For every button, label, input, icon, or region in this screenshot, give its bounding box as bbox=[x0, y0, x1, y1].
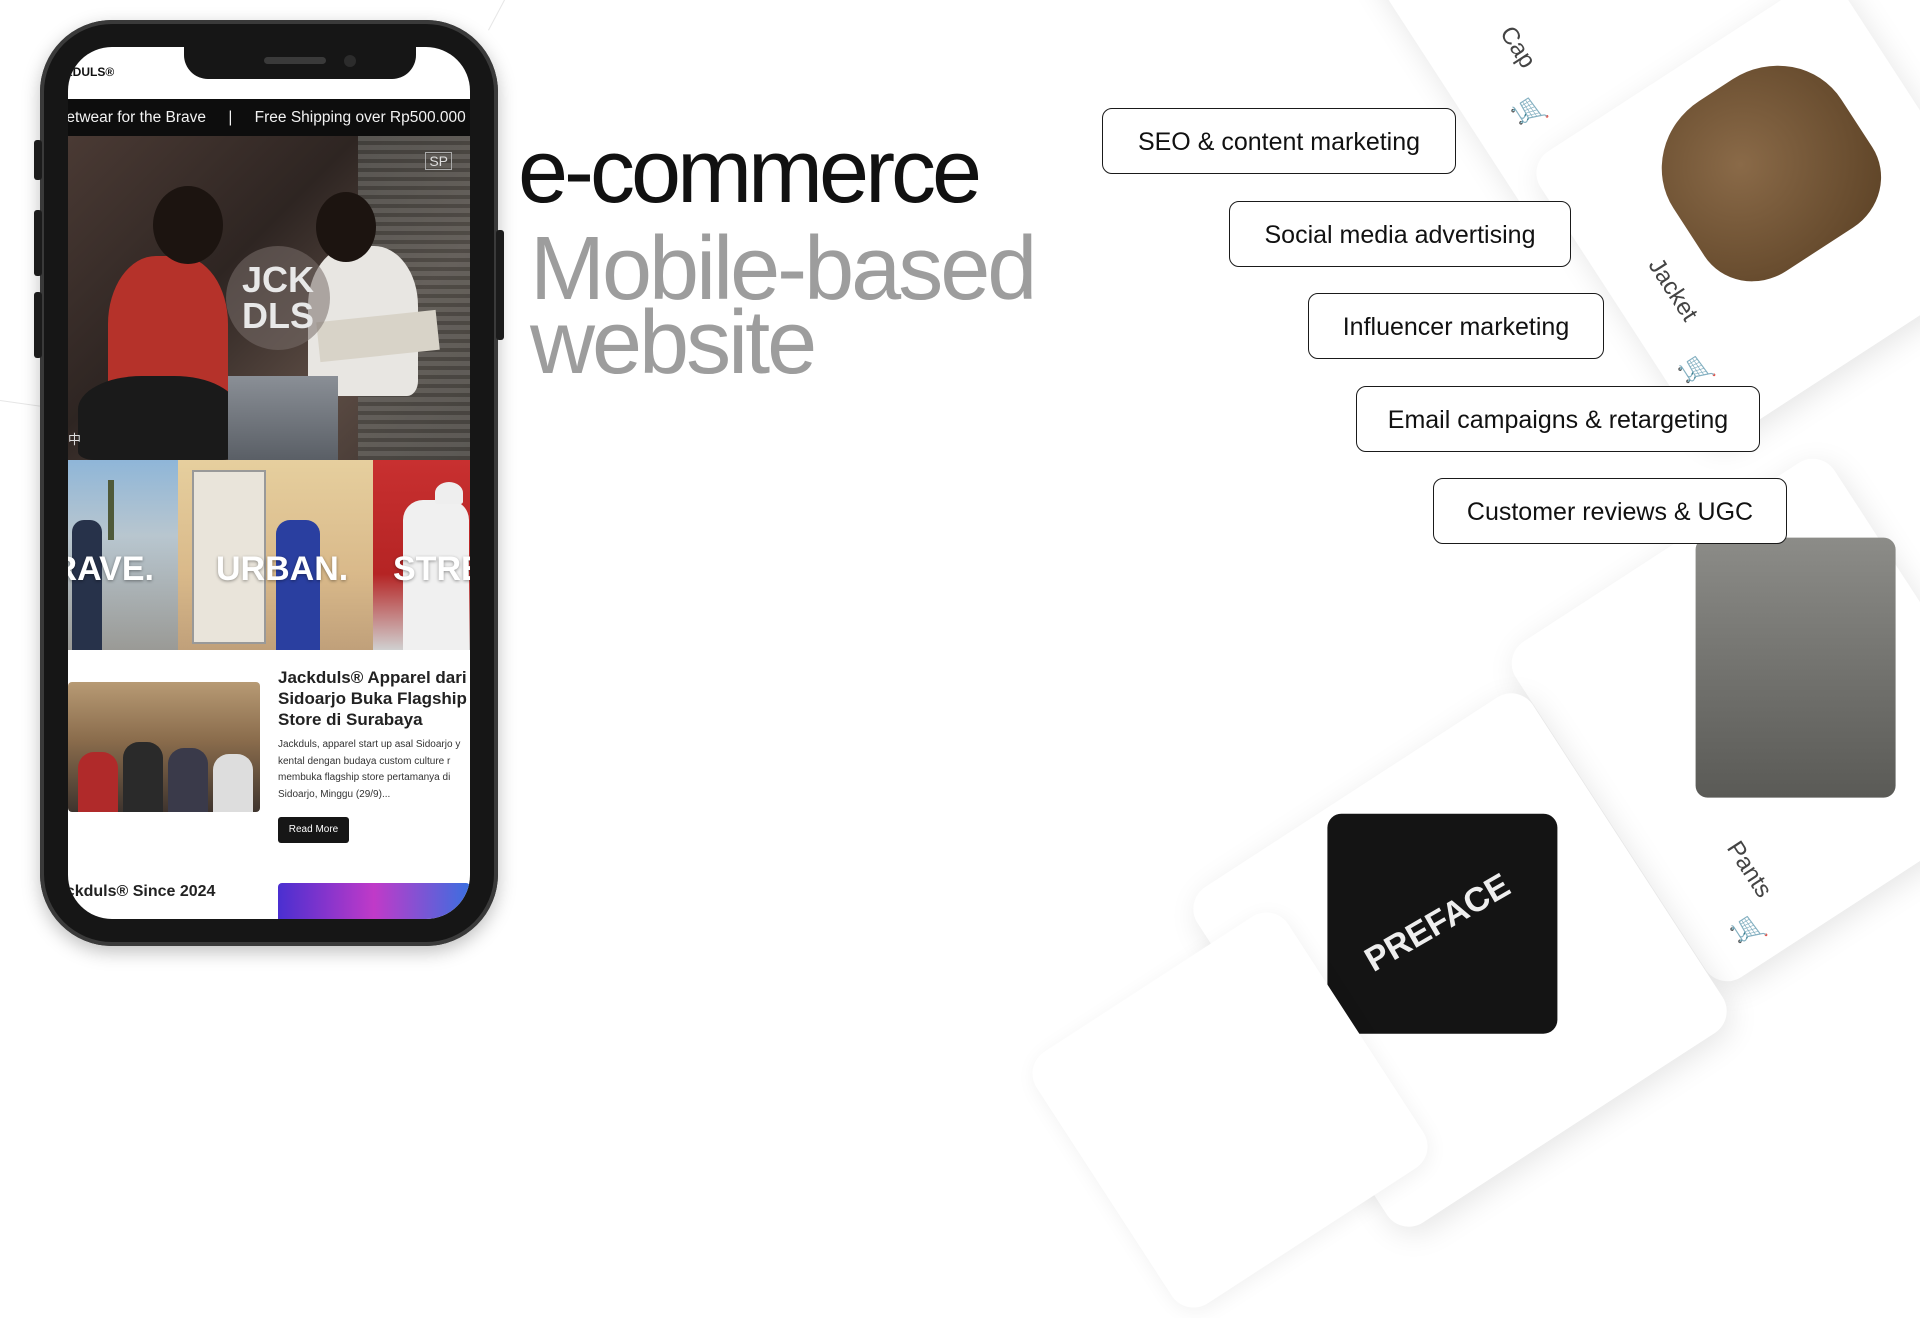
cap-icon bbox=[435, 482, 463, 504]
phone-mockup: JACKDULS® Streetwear for the Brave | Fre… bbox=[34, 20, 504, 946]
store-tag: SP bbox=[425, 152, 452, 170]
service-email[interactable]: Email campaigns & retargeting bbox=[1356, 386, 1760, 452]
tile-word: URBAN. bbox=[216, 550, 349, 588]
article-excerpt: Jackduls, apparel start up asal Sidoarjo… bbox=[278, 737, 470, 803]
phone-volume-down bbox=[34, 292, 42, 358]
article-title-line: Jackduls® Apparel dari bbox=[278, 668, 467, 687]
hero-banner[interactable]: JCK DLS SP 中 bbox=[68, 136, 470, 460]
article-thumbnail[interactable] bbox=[68, 682, 260, 812]
tile-street[interactable]: STREET. bbox=[373, 460, 470, 650]
tshirt-print: PREFACE bbox=[1358, 866, 1517, 980]
announcement-text: Free Shipping over Rp500.000 bbox=[254, 109, 466, 126]
tile-word: BRAVE. bbox=[68, 550, 154, 588]
person-head bbox=[316, 192, 376, 262]
palm-tree bbox=[108, 480, 114, 540]
tile-word: STREET. bbox=[393, 550, 470, 588]
read-more-button[interactable]: Read More bbox=[278, 817, 349, 843]
announcement-bar: Streetwear for the Brave | Free Shipping… bbox=[68, 99, 470, 136]
phone-screen: JACKDULS® Streetwear for the Brave | Fre… bbox=[68, 47, 470, 919]
front-camera bbox=[344, 55, 356, 67]
service-reviews[interactable]: Customer reviews & UGC bbox=[1433, 478, 1787, 544]
product-label: Jacket bbox=[1642, 253, 1704, 327]
group-figure bbox=[213, 754, 253, 812]
hero-corner-text: 中 bbox=[68, 432, 82, 447]
brand-logo-badge: JCK DLS bbox=[226, 246, 330, 350]
article-excerpt-line: Jackduls, apparel start up asal Sidoarjo… bbox=[278, 739, 461, 750]
announcement-separator: | bbox=[228, 109, 233, 126]
article-title[interactable]: Jackduls® Apparel dari Sidoarjo Buka Fla… bbox=[278, 667, 470, 730]
site-brand[interactable]: JACKDULS® bbox=[68, 65, 114, 79]
article-title-line: Store di Surabaya bbox=[278, 710, 423, 729]
phone-volume-up bbox=[34, 210, 42, 276]
tshirt-image: PREFACE bbox=[1327, 813, 1558, 1034]
heading-secondary: Mobile-based website bbox=[530, 224, 1037, 388]
cart-icon[interactable]: 🛒 bbox=[1726, 910, 1770, 954]
service-seo[interactable]: SEO & content marketing bbox=[1102, 108, 1456, 174]
phone-side-button bbox=[34, 140, 42, 180]
person-pants bbox=[78, 376, 238, 460]
cart-icon[interactable]: 🛒 bbox=[1507, 91, 1551, 135]
service-social-ads[interactable]: Social media advertising bbox=[1229, 201, 1571, 267]
announcement-text: Streetwear for the Brave bbox=[68, 109, 206, 126]
article-excerpt-line: kental dengan budaya custom culture r bbox=[278, 755, 451, 767]
since-section-title: Jackduls® Since 2024 bbox=[68, 883, 216, 900]
jacket-image bbox=[1632, 35, 1904, 304]
group-figure bbox=[78, 752, 118, 812]
logo-text: JCK bbox=[241, 259, 315, 300]
product-label: Cap bbox=[1494, 21, 1542, 74]
tile-urban[interactable]: URBAN. bbox=[178, 460, 373, 650]
logo-text: DLS bbox=[242, 295, 314, 336]
group-figure bbox=[168, 748, 208, 812]
person-head bbox=[153, 186, 223, 264]
article-excerpt-line: Sidoarjo, Minggu (29/9)... bbox=[278, 788, 391, 800]
article-title-line: Sidoarjo Buka Flagship bbox=[278, 689, 467, 708]
heading-primary: e-commerce bbox=[518, 122, 982, 222]
product-label: Pants bbox=[1721, 836, 1778, 903]
phone-notch bbox=[184, 47, 416, 79]
section-thumbnail[interactable] bbox=[278, 883, 470, 919]
speaker-grille bbox=[264, 57, 326, 64]
category-tiles: BRAVE. URBAN. STREET. bbox=[68, 460, 470, 650]
chair bbox=[228, 376, 338, 460]
pants-image bbox=[1695, 537, 1896, 798]
background-line bbox=[488, 0, 508, 31]
tile-brave[interactable]: BRAVE. bbox=[68, 460, 178, 650]
group-figure bbox=[123, 742, 163, 812]
service-influencer[interactable]: Influencer marketing bbox=[1308, 293, 1604, 359]
phone-power-button bbox=[496, 230, 504, 340]
article-excerpt-line: membuka flagship store pertamanya di bbox=[278, 772, 451, 783]
